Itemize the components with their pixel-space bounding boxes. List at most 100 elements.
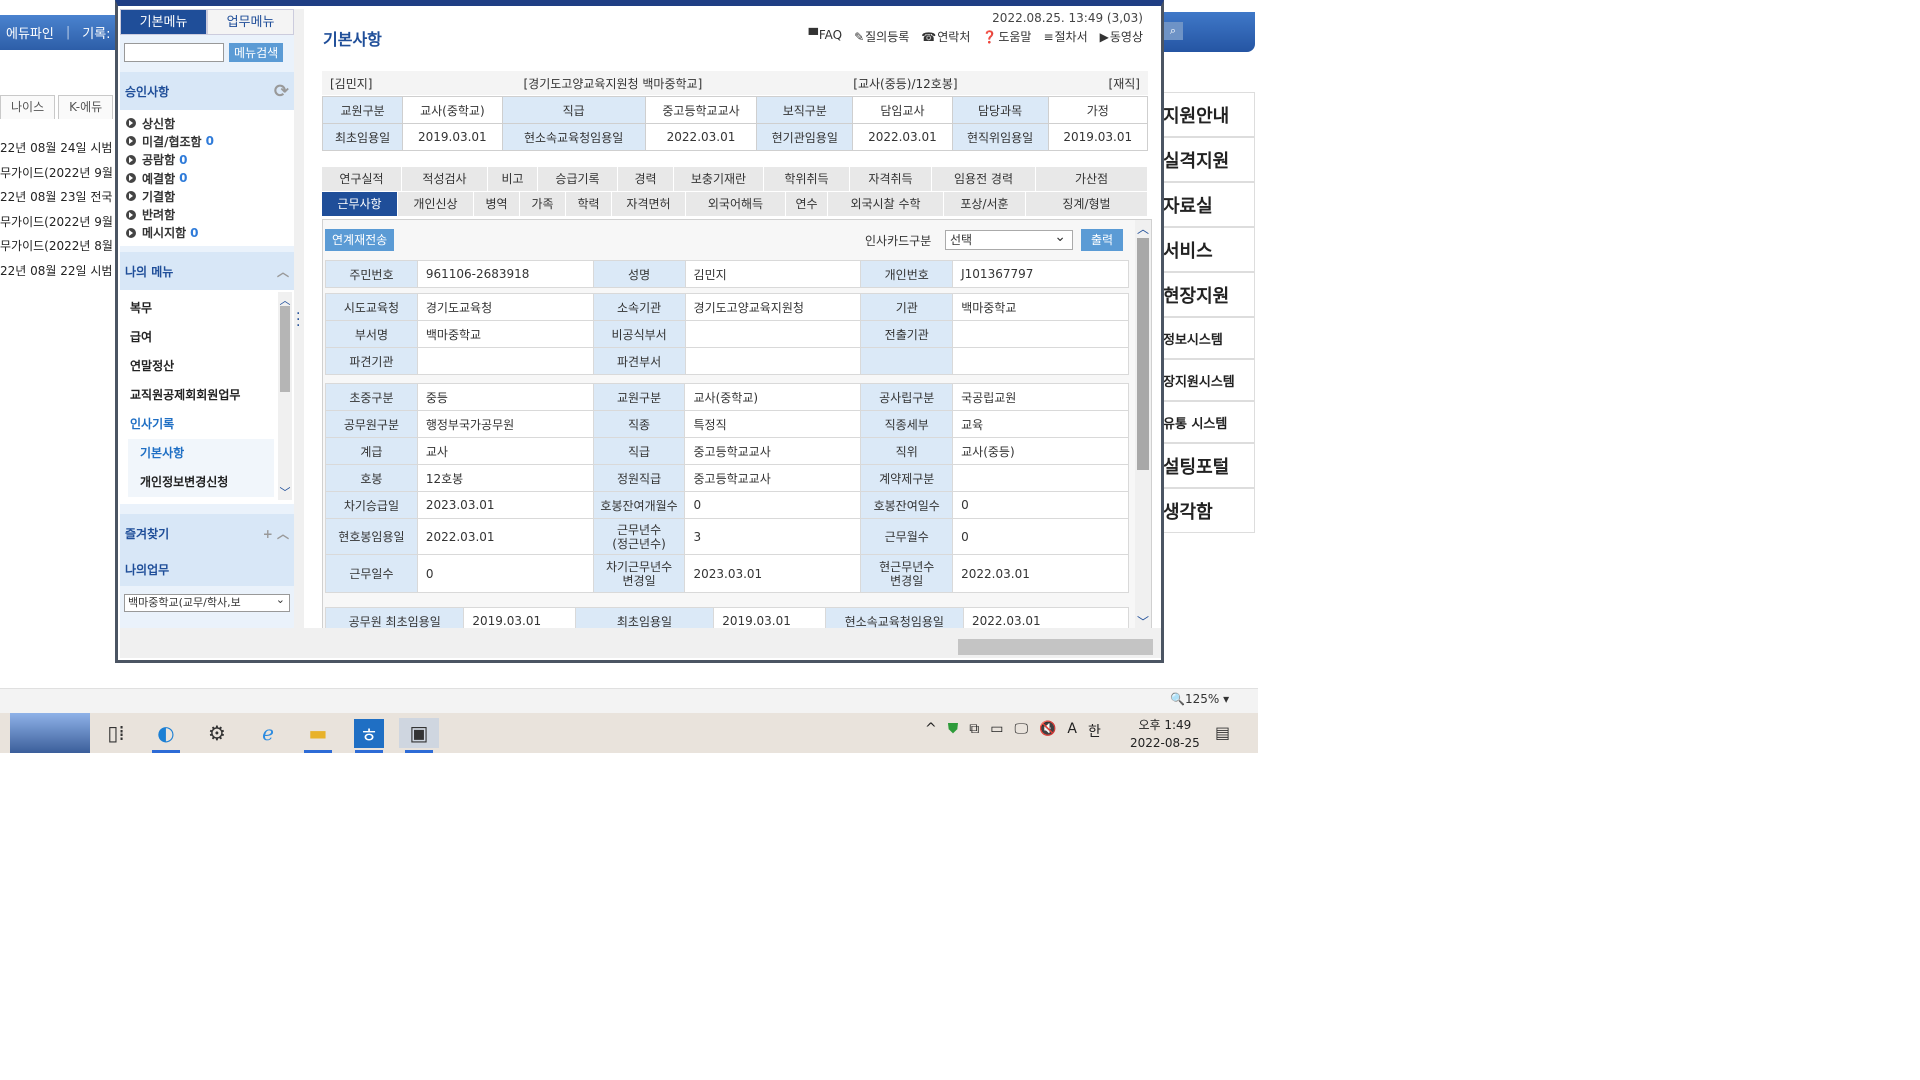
battery-icon[interactable]: ▭	[990, 721, 1003, 741]
bg-side-item[interactable]: 실격지원	[1163, 137, 1255, 182]
approval-item[interactable]: 기결함	[126, 187, 290, 205]
bg-side-item[interactable]: 지원안내	[1163, 92, 1255, 137]
procedure-link[interactable]: ≡절차서	[1043, 28, 1087, 45]
tab-personal[interactable]: 개인신상	[398, 192, 474, 216]
submenu-item[interactable]: 개인정보변경신청	[140, 468, 274, 497]
school-select[interactable]: 백마중학교(교무/학사,보	[124, 592, 290, 613]
print-button[interactable]: 출력	[1081, 229, 1123, 251]
approval-item[interactable]: 메시지함 0	[126, 224, 290, 242]
scroll-thumb[interactable]	[280, 306, 290, 393]
bg-news-item[interactable]: 22년 08월 22일 시범	[0, 261, 118, 286]
tab-bonus-points[interactable]: 가산점	[1036, 167, 1148, 191]
card-type-select[interactable]: 선택	[945, 228, 1073, 250]
my-menu-scrollbar[interactable]: ︿ ﹀	[278, 292, 292, 501]
bg-news-item[interactable]: 22년 08월 23일 전국	[0, 187, 118, 212]
detail-scrollbar[interactable]: ︿ ﹀	[1135, 220, 1151, 628]
my-menu-item[interactable]: 급여	[130, 323, 274, 352]
bg-side-item[interactable]: 정보시스템	[1163, 317, 1255, 359]
tab-supplement[interactable]: 보충기재란	[674, 167, 764, 191]
bg-news-item[interactable]: 무가이드(2022년 8월	[0, 236, 118, 261]
tab-award[interactable]: 포상/서훈	[944, 192, 1026, 216]
shield-icon[interactable]: ⛊	[948, 721, 959, 741]
panel-splitter[interactable]: · · ·	[294, 9, 304, 631]
tab-aptitude[interactable]: 적성검사	[402, 167, 488, 191]
tab-degree[interactable]: 학위취득	[764, 167, 850, 191]
app-icon[interactable]: ㅎ	[349, 718, 389, 753]
bg-side-item[interactable]: 생각함	[1163, 488, 1255, 533]
settings-gear-icon[interactable]: ⚙	[197, 718, 237, 748]
chevron-up-icon[interactable]: ︿	[1135, 220, 1151, 237]
scroll-thumb[interactable]	[1137, 238, 1149, 470]
tab-pre-career[interactable]: 임용전 경력	[932, 167, 1036, 191]
submenu-item-active[interactable]: 기본사항	[140, 439, 274, 468]
approval-item[interactable]: 공람함 0	[126, 151, 290, 169]
my-menu-item[interactable]: 복무	[130, 294, 274, 323]
bg-news-item[interactable]: 무가이드(2022년 9월	[0, 212, 118, 237]
bg-side-item[interactable]: 장지원시스템	[1163, 359, 1255, 401]
landscape-wallpaper-icon[interactable]	[10, 713, 90, 753]
approval-item[interactable]: 예결함 0	[126, 169, 290, 187]
menu-search-input[interactable]	[124, 43, 224, 62]
volume-mute-icon[interactable]: 🔇	[1039, 721, 1056, 741]
system-clock[interactable]: 오후 1:49 2022-08-25	[1130, 716, 1200, 752]
internet-explorer-icon[interactable]: ℯ	[248, 718, 288, 748]
faq-link[interactable]: ▀FAQ	[809, 28, 842, 45]
remote-icon[interactable]: ⧉	[969, 721, 979, 741]
resend-link-button[interactable]: 연계재전송	[325, 229, 395, 251]
my-menu-item[interactable]: 연말정산	[130, 352, 274, 381]
tab-remarks[interactable]: 비고	[488, 167, 538, 191]
bg-side-item[interactable]: 자료실	[1163, 182, 1255, 227]
chevron-up-icon[interactable]: ︿	[277, 263, 289, 280]
notification-icon[interactable]: ▤	[1215, 723, 1230, 742]
chevron-down-icon[interactable]: ﹀	[1135, 613, 1151, 628]
video-link[interactable]: ▶동영상	[1100, 28, 1143, 45]
refresh-icon[interactable]: ⟳	[274, 81, 289, 102]
font-a-icon[interactable]: A	[1067, 721, 1077, 741]
tab-education[interactable]: 학력	[566, 192, 612, 216]
my-work-header[interactable]: 나의업무	[120, 552, 294, 587]
plus-icon[interactable]: + ︿	[263, 525, 289, 542]
edge-browser-icon[interactable]: ◐	[146, 718, 186, 753]
ime-indicator[interactable]: 한	[1088, 721, 1101, 741]
bg-nav-item[interactable]: 기록:	[76, 23, 116, 42]
question-link[interactable]: ✎질의등록	[854, 28, 909, 45]
chevron-down-icon[interactable]: ﹀	[278, 484, 292, 500]
my-menu-item[interactable]: 교직원공제회회원업무	[130, 381, 274, 410]
contact-link[interactable]: ☎연락처	[921, 28, 970, 45]
bg-side-item[interactable]: 유통 시스템	[1163, 401, 1255, 443]
search-icon[interactable]: ⌕	[1163, 22, 1183, 40]
bg-side-item[interactable]: 서비스	[1163, 227, 1255, 272]
help-link[interactable]: ❓도움말	[982, 28, 1031, 45]
approval-item[interactable]: 반려함	[126, 205, 290, 223]
bg-news-item[interactable]: 22년 08월 24일 시범	[0, 138, 118, 163]
tab-duty[interactable]: 근무사항	[322, 192, 398, 216]
chevron-up-icon[interactable]: ^	[925, 721, 937, 741]
tab-promotion[interactable]: 승급기록	[538, 167, 618, 191]
tab-overseas[interactable]: 외국시찰 수학	[828, 192, 944, 216]
approval-item[interactable]: 미결/협조함 0	[126, 132, 290, 150]
tab-career[interactable]: 경력	[618, 167, 674, 191]
my-menu-item-active[interactable]: 인사기록	[130, 410, 274, 439]
bg-tab[interactable]: 나이스	[0, 95, 56, 119]
tab-certificate[interactable]: 자격취득	[850, 167, 932, 191]
bg-side-item[interactable]: 설팅포털	[1163, 443, 1255, 488]
network-icon[interactable]: 🖵	[1014, 721, 1028, 741]
tab-research[interactable]: 연구실적	[322, 167, 402, 191]
tab-language[interactable]: 외국어해득	[686, 192, 786, 216]
tab-training[interactable]: 연수	[786, 192, 828, 216]
remote-window-icon[interactable]: ▣	[399, 718, 439, 753]
bg-side-item[interactable]: 현장지원	[1163, 272, 1255, 317]
drag-handle-icon[interactable]: · · ·	[296, 307, 300, 333]
tab-discipline[interactable]: 징계/형벌	[1026, 192, 1148, 216]
bg-news-item[interactable]: 무가이드(2022년 9월	[0, 163, 118, 188]
approval-item[interactable]: 상신함	[126, 114, 290, 132]
tab-family[interactable]: 가족	[520, 192, 566, 216]
menu-search-button[interactable]: 메뉴검색	[229, 43, 284, 62]
tab-military[interactable]: 병역	[474, 192, 520, 216]
tab-license[interactable]: 자격면허	[612, 192, 686, 216]
task-view-icon[interactable]: ▯⁞	[96, 718, 136, 748]
zoom-level[interactable]: 🔍125% ▾	[1170, 692, 1229, 706]
file-explorer-icon[interactable]: ▬	[298, 718, 338, 753]
bg-nav-item[interactable]: 에듀파인	[0, 23, 60, 42]
my-menu-header[interactable]: 나의 메뉴 ︿	[120, 252, 294, 291]
